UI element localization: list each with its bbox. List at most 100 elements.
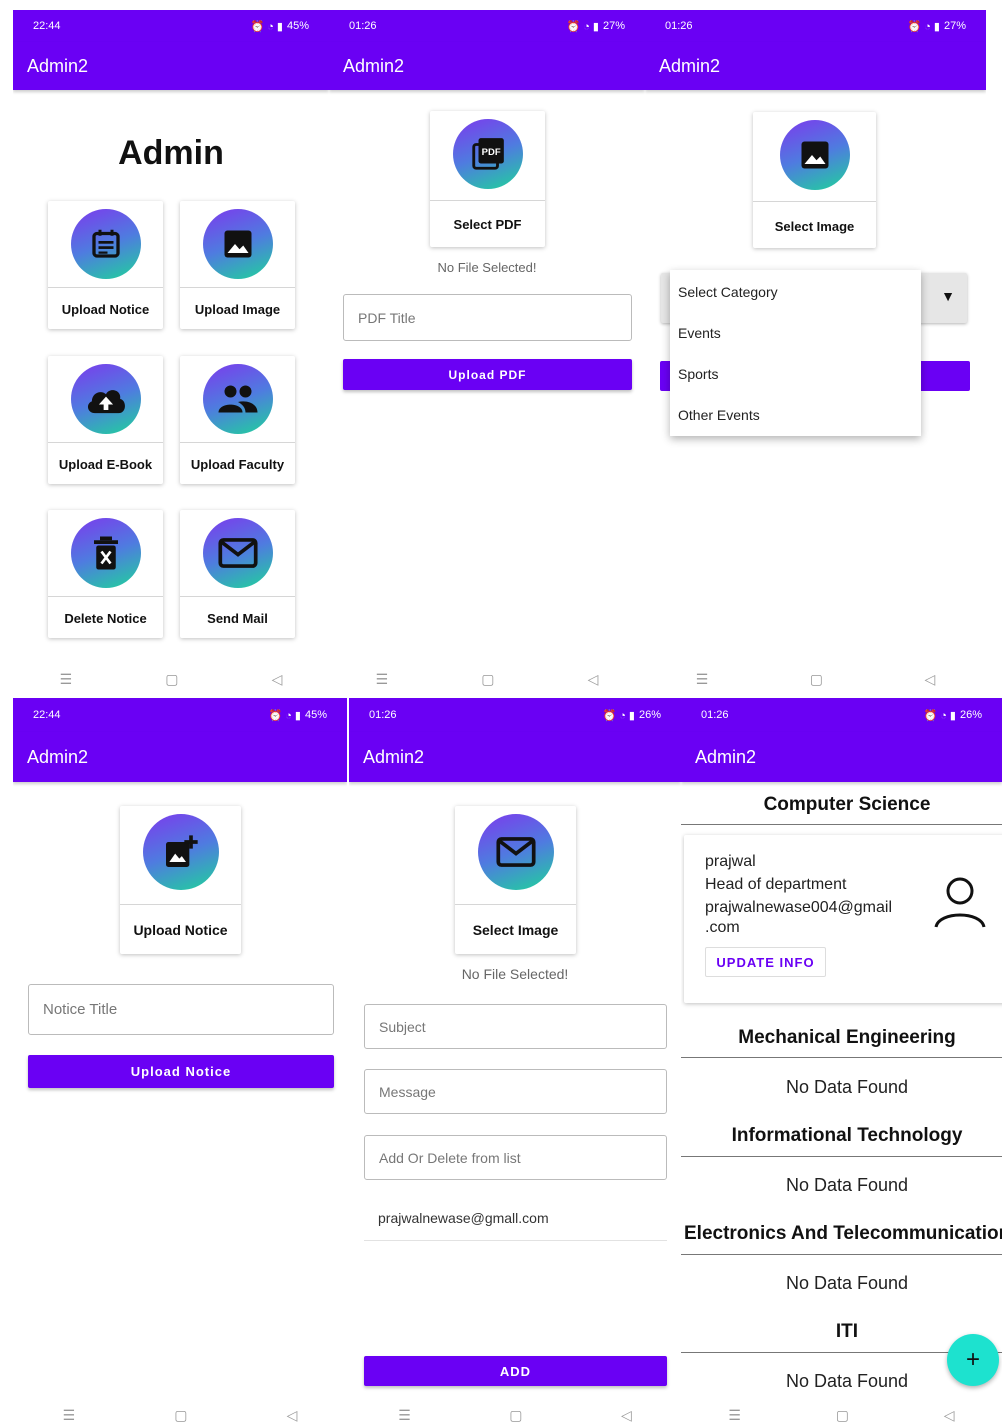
screen-upload-pdf: 01:26 ⏰ ◔ ▮ 27% Admin2 PDF Select PDF No… — [329, 10, 645, 690]
upload-faculty-tile[interactable]: Upload Faculty — [180, 356, 295, 484]
system-nav-bar: ☰ ▢ ◁ — [13, 668, 329, 690]
status-bar: 22:44 ⏰ ◔ ▮ 45% — [13, 10, 329, 42]
status-time: 01:26 — [701, 709, 729, 721]
back-nav-icon[interactable]: ◁ — [287, 1407, 298, 1424]
section-divider — [681, 1057, 1002, 1058]
home-nav-icon[interactable]: ▢ — [509, 1407, 522, 1424]
select-pdf-card[interactable]: PDF Select PDF — [430, 111, 545, 247]
menu-nav-icon[interactable]: ☰ — [728, 1407, 741, 1424]
dropdown-option[interactable]: Other Events — [678, 407, 760, 423]
section-divider — [681, 1156, 1002, 1157]
menu-nav-icon[interactable]: ☰ — [398, 1407, 411, 1424]
mail-icon — [477, 814, 554, 890]
app-bar: Admin2 — [681, 732, 1002, 782]
system-nav-bar: ☰ ▢ ◁ — [645, 668, 986, 690]
people-icon — [202, 364, 273, 434]
tile-label: Upload E-Book — [58, 457, 153, 472]
faculty-card: prajwal Head of department prajwalnewase… — [684, 835, 1002, 1003]
menu-nav-icon[interactable]: ☰ — [60, 671, 73, 688]
notice-title-input[interactable]: Notice Title — [28, 984, 334, 1035]
home-nav-icon[interactable]: ▢ — [165, 671, 178, 688]
tile-label: Upload Image — [194, 302, 281, 317]
subject-input[interactable]: Subject — [364, 1004, 667, 1049]
department-heading: Computer Science — [763, 794, 931, 815]
battery-level: 27% — [943, 20, 966, 32]
category-dropdown-menu: Select Category Events Sports Other Even… — [670, 270, 921, 436]
department-heading: Informational Technology — [731, 1125, 963, 1146]
status-time: 22:44 — [33, 20, 61, 32]
home-nav-icon[interactable]: ▢ — [810, 671, 823, 688]
upload-pdf-button[interactable]: Upload PDF — [343, 359, 632, 390]
cloud-upload-icon — [70, 364, 141, 434]
svg-text:PDF: PDF — [481, 147, 500, 158]
battery-level: 26% — [959, 709, 982, 721]
back-nav-icon[interactable]: ◁ — [272, 671, 283, 688]
status-time: 01:26 — [349, 20, 377, 32]
back-nav-icon[interactable]: ◁ — [924, 671, 935, 688]
status-icons: ⏰ ◔ ▮ 27% — [907, 20, 966, 33]
send-mail-tile[interactable]: Send Mail — [180, 510, 295, 638]
faculty-post: Head of department — [705, 876, 847, 893]
app-bar: Admin2 — [13, 732, 347, 782]
empty-state-text: No Data Found — [785, 1273, 909, 1293]
delete-icon — [70, 518, 141, 588]
status-time: 01:26 — [665, 20, 693, 32]
dropdown-option[interactable]: Select Category — [678, 284, 778, 300]
empty-state-text: No Data Found — [785, 1077, 909, 1097]
recipient-email-item[interactable]: prajwalnewase@gmall.com — [364, 1198, 667, 1241]
app-title: Admin2 — [363, 746, 425, 767]
menu-nav-icon[interactable]: ☰ — [63, 1407, 76, 1424]
upload-ebook-tile[interactable]: Upload E-Book — [48, 356, 163, 484]
upload-image-tile[interactable]: Upload Image — [180, 201, 295, 329]
status-bar: 01:26 ⏰ ◔ ▮ 27% — [645, 10, 986, 42]
upload-notice-card[interactable]: Upload Notice — [120, 806, 241, 954]
screen-send-mail: 01:26 ⏰ ◔ ▮ 26% Admin2 Select Image No F… — [349, 698, 681, 1426]
app-title: Admin2 — [27, 746, 89, 767]
status-bar: 01:26 ⏰ ◔ ▮ 26% — [349, 698, 681, 732]
update-info-button[interactable]: UPDATE INFO — [705, 947, 826, 977]
message-input[interactable]: Message — [364, 1069, 667, 1114]
add-button[interactable]: ADD — [364, 1356, 667, 1386]
recipient-list-input[interactable]: Add Or Delete from list — [364, 1135, 667, 1180]
status-time: 22:44 — [33, 709, 61, 721]
dropdown-option[interactable]: Sports — [678, 366, 718, 382]
dropdown-option[interactable]: Events — [678, 325, 721, 341]
app-title: Admin2 — [695, 746, 757, 767]
select-image-card[interactable]: Select Image — [753, 112, 876, 248]
screen-upload-image: 01:26 ⏰ ◔ ▮ 27% Admin2 Select Image ▼ Se… — [645, 10, 986, 690]
system-nav-bar: ☰ ▢ ◁ — [13, 1404, 347, 1426]
screen-faculty-list: 01:26 ⏰ ◔ ▮ 26% Admin2 Computer Science … — [681, 698, 1002, 1426]
upload-notice-button[interactable]: Upload Notice — [28, 1055, 334, 1088]
empty-state-text: No Data Found — [785, 1175, 909, 1195]
card-label: Select PDF — [453, 217, 522, 232]
menu-nav-icon[interactable]: ☰ — [696, 671, 709, 688]
status-bar: 22:44 ⏰ ◔ ▮ 45% — [13, 698, 347, 732]
menu-nav-icon[interactable]: ☰ — [376, 671, 389, 688]
delete-notice-tile[interactable]: Delete Notice — [48, 510, 163, 638]
status-icons: ⏰ ◔ ▮ 27% — [566, 20, 625, 33]
department-heading: Mechanical Engineering — [738, 1027, 956, 1048]
faculty-email-cont: .com — [705, 919, 740, 936]
home-nav-icon[interactable]: ▢ — [481, 671, 494, 688]
home-nav-icon[interactable]: ▢ — [174, 1407, 187, 1424]
faculty-name: prajwal — [705, 853, 756, 870]
app-bar: Admin2 — [329, 42, 645, 90]
pdf-title-input[interactable]: PDF Title — [343, 294, 632, 341]
battery-level: 27% — [602, 20, 625, 32]
back-nav-icon[interactable]: ◁ — [621, 1407, 632, 1424]
select-image-card[interactable]: Select Image — [455, 806, 576, 954]
battery-level: 45% — [304, 709, 327, 721]
back-nav-icon[interactable]: ◁ — [588, 671, 599, 688]
card-label: Upload Notice — [133, 922, 228, 938]
back-nav-icon[interactable]: ◁ — [944, 1407, 955, 1424]
file-status-text: No File Selected! — [461, 966, 569, 982]
card-label: Select Image — [774, 219, 855, 234]
status-icons: ⏰ ◔ ▮ 45% — [250, 20, 309, 33]
upload-notice-tile[interactable]: Upload Notice — [48, 201, 163, 329]
home-nav-icon[interactable]: ▢ — [836, 1407, 849, 1424]
status-bar: 01:26 ⏰ ◔ ▮ 26% — [681, 698, 1002, 732]
add-faculty-fab[interactable]: + — [947, 1334, 999, 1386]
status-icons: ⏰ ◔ ▮ 26% — [923, 709, 982, 722]
image-icon — [202, 209, 273, 279]
faculty-email: prajwalnewase004@gmail — [705, 899, 893, 916]
